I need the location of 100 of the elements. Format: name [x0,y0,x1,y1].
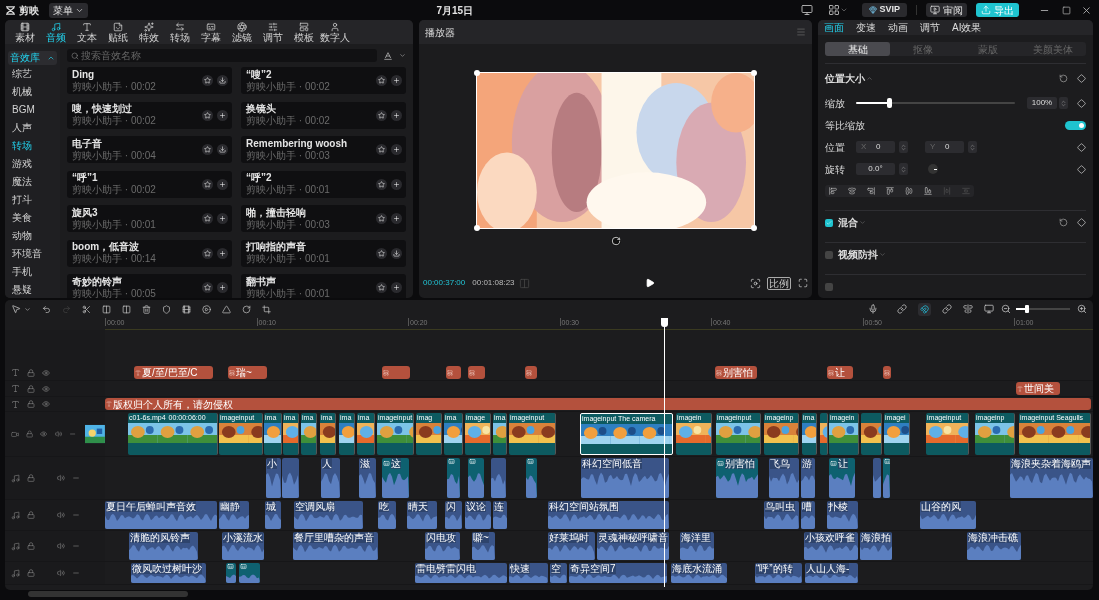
audio-clip[interactable]: 科幻空间站氛围 [548,501,669,529]
sound-card[interactable]: 旋风3 剪映小助手 · 00:01 [67,205,232,232]
media-tab[interactable]: 滤镜 [226,21,257,43]
rotation-field[interactable]: 0.0° [856,163,895,175]
audio-clip[interactable]: 闪电攻 [425,532,460,560]
category-item[interactable]: 美食 [8,209,36,225]
voice-clip[interactable]: 别害怕 [716,458,758,498]
inspector-tab[interactable]: 变速 [856,20,876,35]
audio-clip[interactable]: 幽静 [219,501,249,529]
audio-clip[interactable]: 空调风扇 [294,501,363,529]
text-clip[interactable]: 夏/至/巴至/C [134,366,213,379]
audio-clip[interactable]: 餐厅里嘈杂的声音 [293,532,378,560]
audio-clip[interactable]: 小 [266,458,281,498]
audio-clip[interactable]: “呼”的转 [755,563,802,583]
category-item[interactable]: 人声 [8,120,36,136]
text-clip[interactable]: 瑞~ [228,366,267,379]
category-item[interactable]: 悬疑 [8,281,36,297]
category-item[interactable]: 游戏 [8,155,36,171]
audio-clip[interactable]: 噼~ [472,532,495,560]
media-tab[interactable]: 文本 [71,21,102,43]
menu-button[interactable]: 菜单 [49,2,88,18]
category-item[interactable]: 动物 [8,227,36,243]
category-item[interactable]: 魔法 [8,173,36,189]
sound-card[interactable]: “嗖”2 剪映小助手 · 00:02 [241,67,406,94]
media-tab[interactable]: 贴纸 [102,21,133,43]
category-item[interactable]: 综艺 [8,66,36,82]
audio-clip[interactable]: 清脆的风铃声 [129,532,198,560]
audio-clip[interactable]: 吃 [378,501,396,529]
audio-clip[interactable]: 微风吹过树叶沙 [131,563,206,583]
sound-card[interactable]: “呼”1 剪映小助手 · 00:02 [67,170,232,198]
sound-card[interactable]: Ding 剪映小助手 · 00:02 [67,67,232,94]
text-clip[interactable]: 版权归个人所有，请勿侵权 [105,398,1091,410]
audio-clip[interactable]: 雷电劈雷闪电 [415,563,507,583]
category-item[interactable]: 环境音 [8,245,46,261]
media-tab[interactable]: 模板 [288,21,319,43]
category-item[interactable]: 打斗 [8,191,36,207]
ratio-button[interactable]: 比例 [767,276,791,290]
media-tab[interactable]: 特效 [133,21,164,43]
media-tab[interactable]: 数字人 [319,21,350,43]
audio-clip[interactable]: 城 [265,501,281,529]
sound-card[interactable]: 嗖，快速划过 剪映小助手 · 00:02 [67,101,232,129]
audio-clip[interactable]: 夏日午后蝉叫声音效 [105,501,217,529]
media-tab[interactable]: 字幕 [195,21,226,43]
inspector-tab[interactable]: 动画 [888,20,908,35]
audio-clip[interactable]: 好莱坞时 [548,532,595,560]
category-item[interactable]: 机械 [8,84,36,100]
inspector-tab[interactable]: AI效果 [952,20,982,35]
library-header[interactable]: 音效库 [8,51,57,65]
audio-clip[interactable]: 快速 [509,563,548,583]
sound-card[interactable]: 奇妙的铃声 剪映小助手 · 00:05 [67,274,232,298]
scale-field[interactable]: 100% [1027,97,1057,109]
sound-card[interactable]: 打响指的声音 剪映小助手 · 00:01 [241,239,406,267]
media-tab[interactable]: 转场 [164,21,195,43]
audio-clip[interactable]: 飞鸟 [769,458,799,498]
audio-clip[interactable]: 小孩欢呼雀 [804,532,858,560]
sound-card[interactable]: 电子音 剪映小助手 · 00:04 [67,136,232,163]
audio-clip[interactable]: 议论 [465,501,491,529]
audio-clip[interactable]: 连 [493,501,507,529]
audio-clip[interactable]: 小溪流水 [222,532,264,560]
category-item[interactable]: 手机 [8,263,36,279]
text-clip[interactable]: 别害怕 [715,366,757,379]
audio-clip[interactable]: 人 [321,458,340,498]
review-button[interactable]: 审阅 [926,3,967,17]
category-item[interactable]: BGM [8,102,39,118]
audio-clip[interactable]: 人山人海- [805,563,858,583]
media-tab[interactable]: 素材 [9,21,40,43]
audio-clip[interactable]: 闪 [445,501,462,529]
audio-clip[interactable]: 嘈 [801,501,815,529]
audio-clip[interactable]: 空 [550,563,567,583]
audio-clip[interactable]: 奇异空间7 [569,563,667,583]
audio-clip[interactable]: 海底水流涌 [671,563,727,583]
audio-clip[interactable]: 海浪夹杂着海鸥声 [1010,458,1093,498]
sound-card[interactable]: “呼”2 剪映小助手 · 00:01 [241,170,406,198]
audio-clip[interactable]: 海浪拍 [860,532,892,560]
sound-card[interactable]: 翻书声 剪映小助手 · 00:01 [241,274,406,298]
audio-clip[interactable]: 扑棱 [827,501,858,529]
audio-clip[interactable]: 鸟叫虫 [764,501,799,529]
sound-card[interactable]: Remembering woosh 剪映小助手 · 00:03 [241,136,406,163]
sub-tab[interactable]: 基础 [825,42,891,56]
audio-clip[interactable]: 科幻空间低音 [581,458,669,498]
media-tab[interactable]: 调节 [257,21,288,43]
text-clip[interactable]: 世间美 [1016,382,1060,395]
media-tab[interactable]: 音频 [40,21,71,43]
inspector-tab[interactable]: 画面 [824,20,844,35]
vip-button[interactable]: SVIP [862,3,907,17]
voice-clip[interactable]: 让 [829,458,855,498]
audio-clip[interactable]: 海洋里 [680,532,714,560]
search-field[interactable]: 搜索音效名称 [67,49,377,62]
sound-card[interactable]: 换镜头 剪映小助手 · 00:02 [241,101,406,129]
audio-clip[interactable]: 灵魂神秘呼啸音 [597,532,669,560]
inspector-tab[interactable]: 调节 [920,20,940,35]
voice-clip[interactable]: 这 [382,458,409,498]
category-item[interactable]: 转场 [8,138,36,154]
audio-clip[interactable]: 滋 [359,458,376,498]
sound-card[interactable]: boom，低音波 剪映小助手 · 00:14 [67,239,232,267]
audio-clip[interactable]: 山谷的风 [920,501,976,529]
audio-clip[interactable]: 海浪冲击礁 [967,532,1021,560]
audio-clip[interactable]: 晴天 [407,501,437,529]
sound-card[interactable]: 啪，撞击轻响 剪映小助手 · 00:03 [241,205,406,232]
audio-clip[interactable]: 游 [801,458,815,498]
